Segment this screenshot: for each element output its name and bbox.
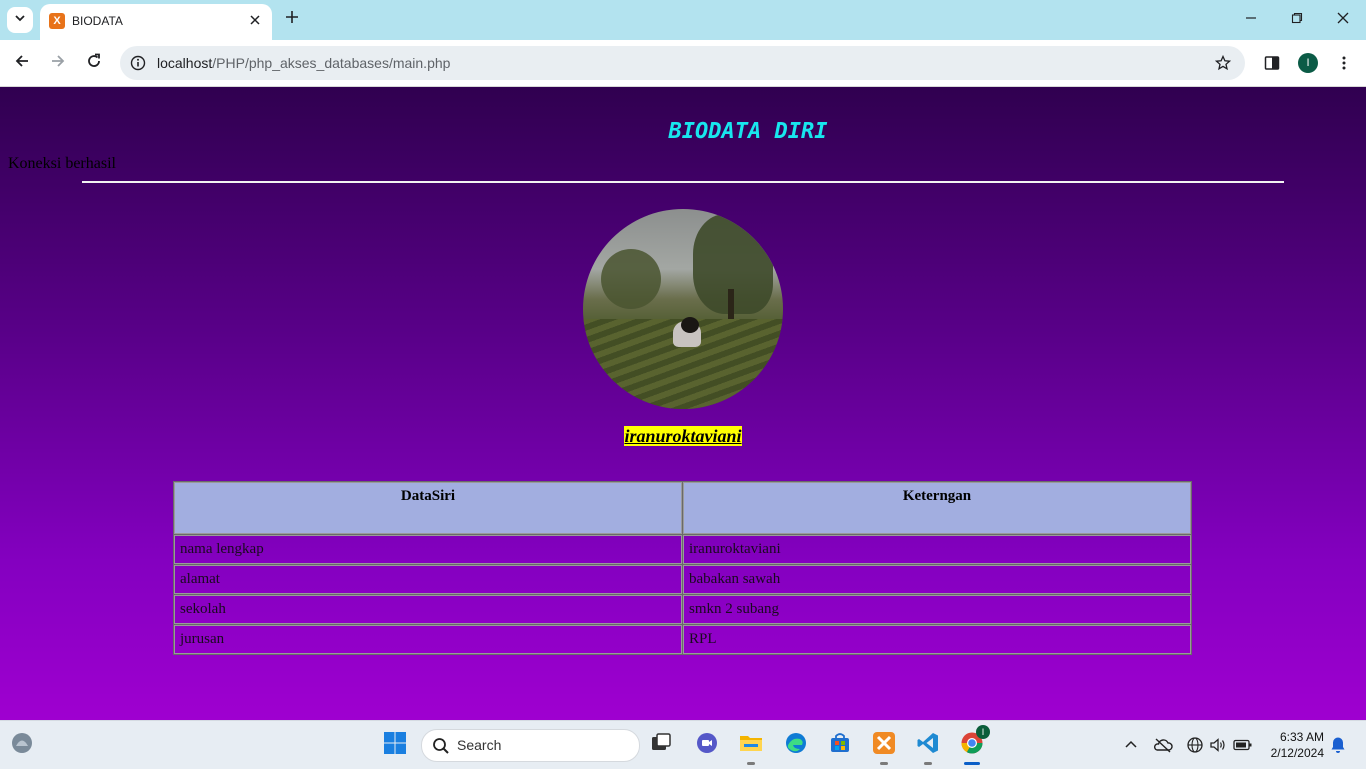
clock-time: 6:33 AM	[1279, 730, 1324, 744]
active-indicator	[964, 762, 980, 765]
xampp-icon	[872, 731, 896, 760]
table-cell-label: sekolah	[173, 594, 683, 625]
url-path: /PHP/php_akses_databases/main.php	[212, 55, 451, 71]
running-indicator	[880, 762, 888, 765]
column-header-keterngan: Keterngan	[682, 481, 1192, 535]
store-bag-icon	[828, 731, 852, 760]
connection-status: Koneksi berhasil	[8, 155, 116, 172]
widgets-button[interactable]	[6, 729, 38, 761]
site-info-icon[interactable]	[129, 54, 147, 72]
edge-button[interactable]	[780, 729, 812, 761]
volume-icon[interactable]	[1208, 735, 1228, 755]
vscode-button[interactable]	[912, 729, 944, 765]
notification-bell-icon[interactable]	[1328, 735, 1348, 755]
store-button[interactable]	[824, 729, 856, 761]
chrome-profile-badge: I	[976, 725, 990, 739]
arrow-left-icon	[14, 53, 30, 74]
xampp-favicon-icon: X	[49, 13, 65, 29]
edge-browser-icon	[784, 731, 808, 760]
name-highlight: iranuroktaviani	[624, 426, 742, 446]
table-cell-label: jurusan	[173, 624, 683, 655]
address-bar[interactable]: localhost/PHP/php_akses_databases/main.p…	[120, 46, 1245, 80]
chevron-up-icon[interactable]	[1121, 735, 1141, 755]
horizontal-rule	[82, 181, 1284, 183]
table-row: jurusan RPL	[173, 624, 1192, 655]
active-tab[interactable]: X BIODATA	[40, 4, 272, 40]
chrome-button[interactable]: I	[956, 725, 990, 765]
vscode-icon	[916, 731, 940, 760]
name-caption: iranuroktaviani	[0, 426, 1366, 447]
reload-button[interactable]	[81, 50, 107, 76]
new-tab-button[interactable]	[281, 8, 303, 30]
back-button[interactable]	[9, 50, 35, 76]
close-window-button[interactable]	[1326, 6, 1360, 34]
url-host: localhost	[157, 55, 213, 71]
start-button[interactable]	[379, 729, 411, 761]
photo-tree-left	[601, 249, 661, 309]
close-icon	[250, 12, 260, 30]
xampp-button[interactable]	[868, 729, 900, 765]
table-cell-value: RPL	[682, 624, 1192, 655]
page-title: BIODATA DIRI	[668, 119, 828, 144]
plus-icon	[285, 10, 299, 29]
profile-photo	[583, 209, 783, 409]
browser-toolbar: localhost/PHP/php_akses_databases/main.p…	[0, 40, 1366, 87]
minimize-button[interactable]	[1234, 6, 1268, 34]
taskbar-search[interactable]: Search	[421, 729, 640, 762]
table-header-row: DataSiri Keterngan	[173, 481, 1192, 535]
tab-search-button[interactable]	[7, 7, 33, 33]
system-clock[interactable]: 6:33 AM 2/12/2024	[1262, 729, 1324, 761]
table-row: alamat babakan sawah	[173, 564, 1192, 595]
table-cell-value: smkn 2 subang	[682, 594, 1192, 625]
task-view-button[interactable]	[645, 729, 677, 761]
clock-date: 2/12/2024	[1270, 746, 1324, 760]
restore-icon	[1291, 11, 1303, 29]
battery-icon[interactable]	[1233, 735, 1253, 755]
table-cell-label: alamat	[173, 564, 683, 595]
network-globe-icon[interactable]	[1185, 735, 1205, 755]
onedrive-offline-icon[interactable]	[1153, 735, 1173, 755]
chat-app-button[interactable]	[691, 729, 723, 761]
video-chat-icon	[695, 731, 719, 760]
profile-avatar[interactable]: I	[1298, 53, 1318, 73]
search-icon	[431, 736, 451, 756]
forward-button[interactable]	[45, 50, 71, 76]
table-cell-value: babakan sawah	[682, 564, 1192, 595]
table-row: sekolah smkn 2 subang	[173, 594, 1192, 625]
tab-strip: X BIODATA	[0, 0, 1366, 40]
task-view-icon	[649, 731, 673, 760]
table-row: nama lengkap iranuroktaviani	[173, 534, 1192, 565]
side-panel-icon[interactable]	[1261, 52, 1283, 74]
table-cell-label: nama lengkap	[173, 534, 683, 565]
reload-icon	[86, 53, 102, 74]
tab-title: BIODATA	[72, 14, 123, 28]
running-indicator	[924, 762, 932, 765]
windows-logo-icon	[383, 731, 407, 760]
bookmark-star-icon[interactable]	[1214, 54, 1232, 72]
arrow-right-icon	[50, 53, 66, 74]
column-header-datasiri: DataSiri	[173, 481, 683, 535]
biodata-table: DataSiri Keterngan nama lengkap iranurok…	[173, 481, 1192, 655]
search-label: Search	[457, 737, 502, 753]
photo-person-hair	[681, 317, 699, 333]
close-icon	[1337, 11, 1349, 29]
taskbar: Search I 6:33 AM 2/12/2024	[0, 720, 1366, 769]
url-text: localhost/PHP/php_akses_databases/main.p…	[157, 55, 450, 71]
menu-kebab-icon[interactable]	[1333, 52, 1355, 74]
folder-icon	[738, 731, 764, 760]
table-cell-value: iranuroktaviani	[682, 534, 1192, 565]
restore-button[interactable]	[1280, 6, 1314, 34]
minimize-icon	[1245, 11, 1257, 29]
running-indicator	[747, 762, 755, 765]
weather-icon	[10, 731, 34, 760]
close-tab-button[interactable]	[246, 12, 264, 30]
chevron-down-icon	[14, 11, 26, 29]
file-explorer-button[interactable]	[735, 729, 767, 765]
page-content: BIODATA DIRI Koneksi berhasil iranurokta…	[0, 87, 1366, 720]
